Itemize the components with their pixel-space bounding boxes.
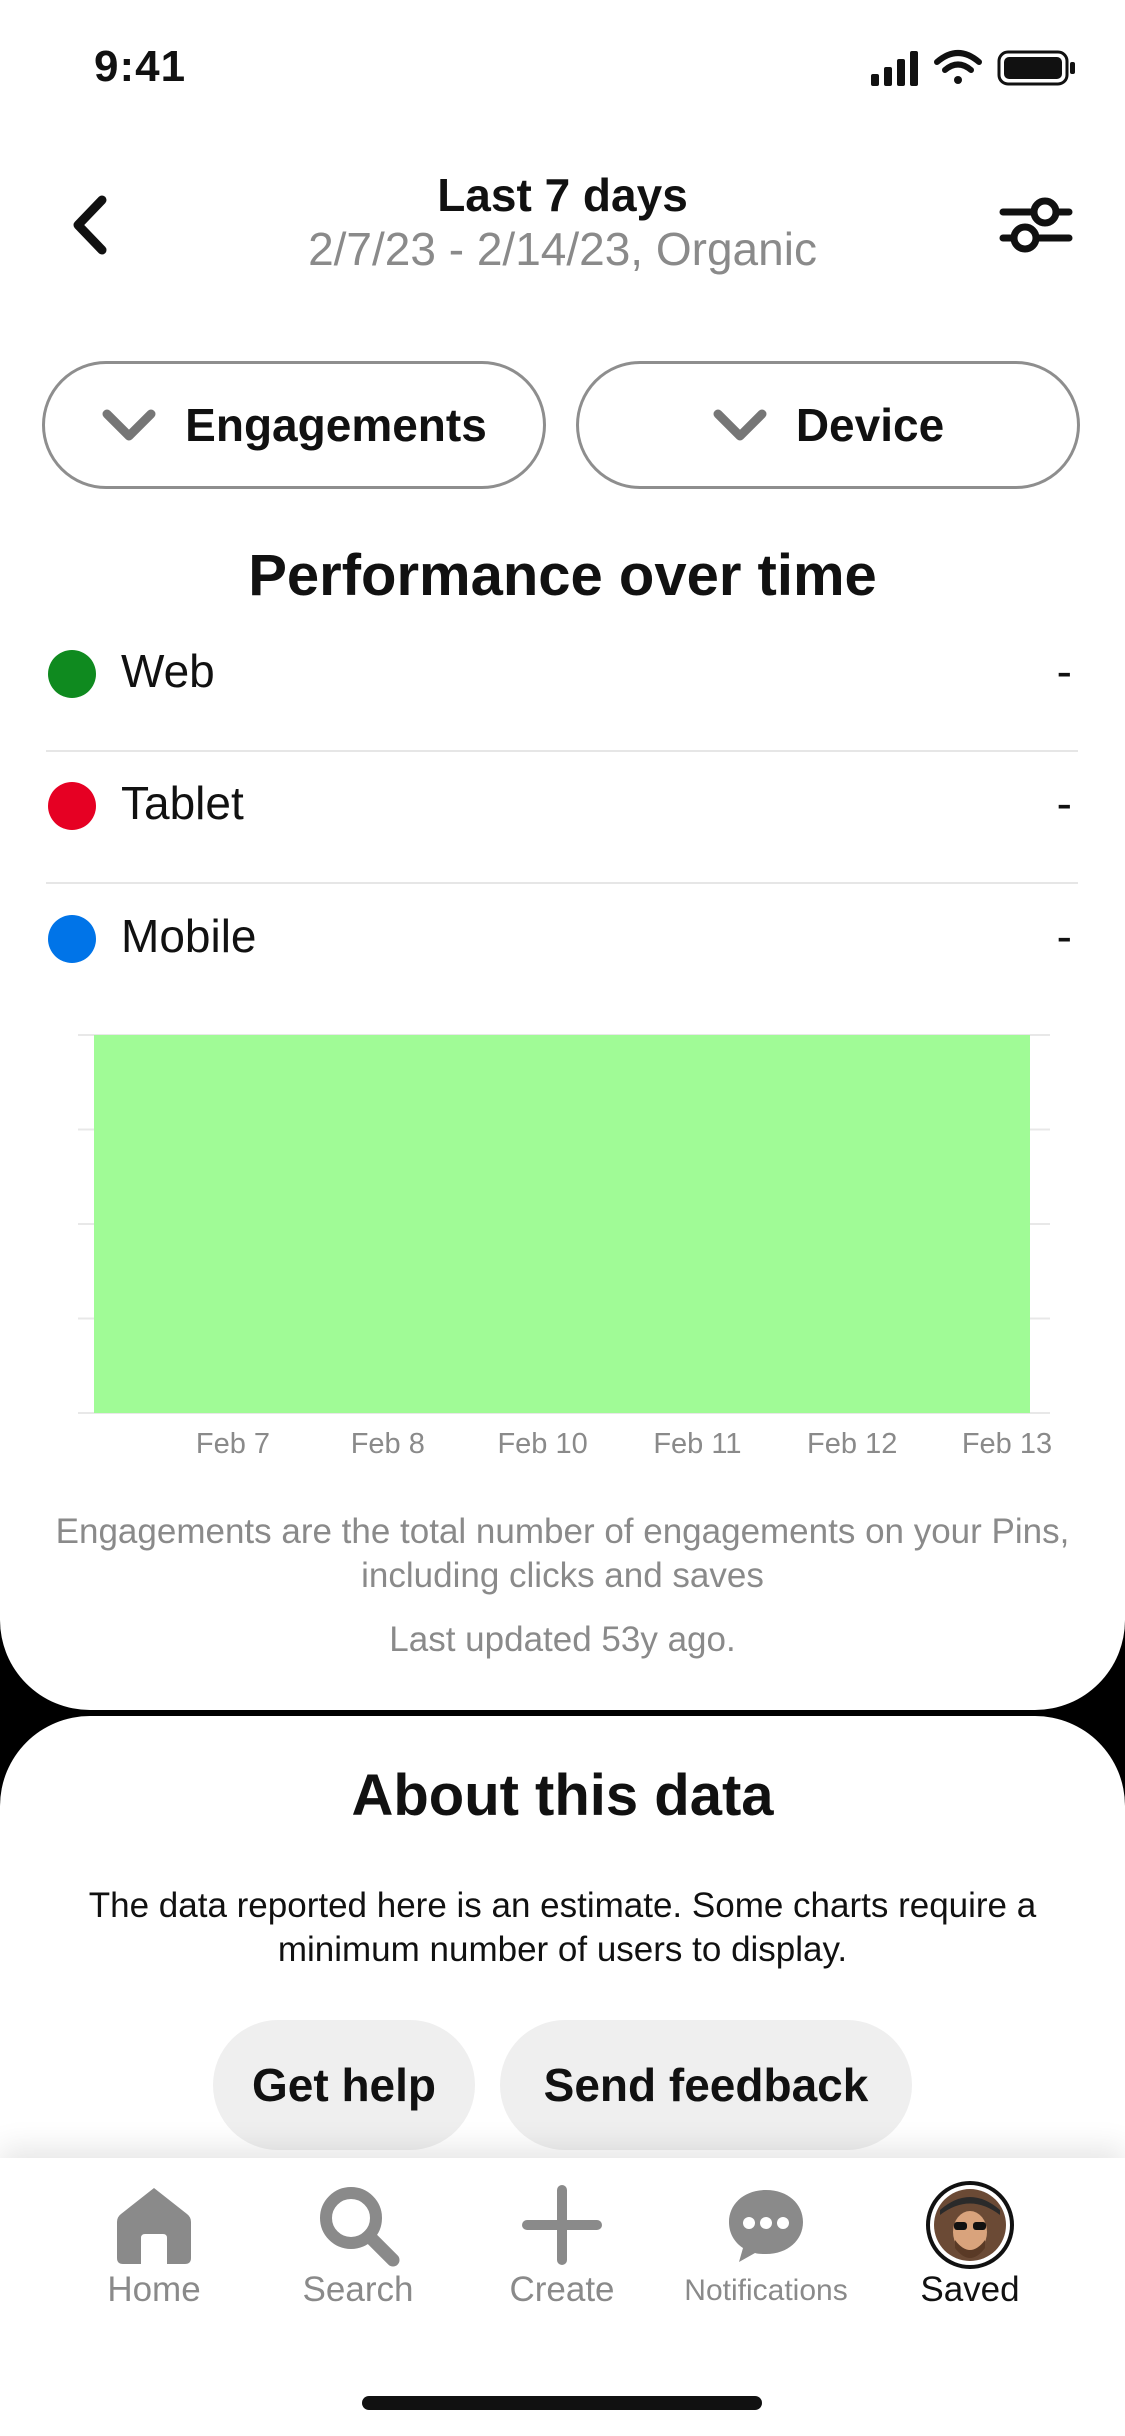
legend-dot [48,915,96,963]
legend-row-mobile: Mobile - [46,885,1078,1017]
split-dropdown[interactable]: Device [576,361,1080,489]
divider [46,882,1078,884]
area-series-web [94,1035,1030,1413]
x-tick-label: Feb 13 [962,1428,1052,1460]
sliders-icon [999,197,1073,253]
legend-value: - [1056,777,1072,829]
date-range-subtitle: 2/7/23 - 2/14/23, Organic [308,223,817,275]
chart-footnote: Engagements are the total number of enga… [55,1512,1070,1595]
status-icons [871,50,1075,86]
home-indicator [362,2396,762,2410]
tab-bar: Home Search Create Notifications Saved [0,2158,1125,2436]
page-title: Last 7 days [437,169,688,221]
legend-dot [48,650,96,698]
send-feedback-button[interactable]: Send feedback [500,2020,912,2150]
legend-label: Mobile [121,910,257,962]
tab-label: Notifications [684,2274,848,2307]
status-time: 9:41 [94,42,187,91]
battery-icon [997,50,1075,86]
legend-row-tablet: Tablet - [46,752,1078,884]
x-tick-label: Feb 12 [807,1428,897,1460]
filter-settings-button[interactable] [999,190,1073,260]
metric-dropdown-label: Engagements [185,399,487,451]
about-body: The data reported here is an estimate. S… [88,1886,1037,1969]
tab-notifications[interactable]: Notifications [666,2158,866,2328]
chevron-down-icon [713,409,767,441]
legend-row-web: Web - [46,620,1078,752]
metric-dropdown[interactable]: Engagements [42,361,546,489]
plus-icon [522,2185,602,2265]
legend-dot [48,782,96,830]
search-icon [320,2187,400,2267]
about-title: About this data [351,1763,774,1828]
tab-create[interactable]: Create [462,2158,662,2328]
tab-label: Search [302,2270,414,2309]
tab-saved[interactable]: Saved [870,2158,1070,2328]
x-tick-label: Feb 7 [196,1428,270,1460]
tab-label: Create [509,2270,615,2309]
chevron-down-icon [102,409,156,441]
legend-value: - [1056,645,1072,697]
x-tick-label: Feb 10 [497,1428,587,1460]
legend-label: Tablet [121,777,244,829]
x-tick-label: Feb 8 [351,1428,425,1460]
home-icon [117,2188,191,2264]
signal-icon [871,51,918,86]
legend-value: - [1056,910,1072,962]
legend-label: Web [121,645,215,697]
wifi-icon [934,50,982,84]
split-dropdown-label: Device [795,399,945,451]
tab-label: Saved [920,2270,1020,2309]
x-tick-label: Feb 11 [653,1428,741,1460]
last-updated: Last updated 53y ago. [389,1620,736,1659]
tab-search[interactable]: Search [258,2158,458,2328]
chat-bubble-icon [729,2190,803,2262]
analytics-card: 9:41 Last 7 days 2/7/23 - 2/14/23, Organ… [0,0,1125,1710]
performance-chart: Feb 7 Feb 8 Feb 10 Feb 11 Feb 12 Feb 13 [78,1034,1052,1460]
section-title: Performance over time [248,543,877,608]
tab-label: Home [107,2270,201,2309]
get-help-button[interactable]: Get help [213,2020,475,2150]
tab-home[interactable]: Home [54,2158,254,2328]
avatar [926,2181,1014,2269]
